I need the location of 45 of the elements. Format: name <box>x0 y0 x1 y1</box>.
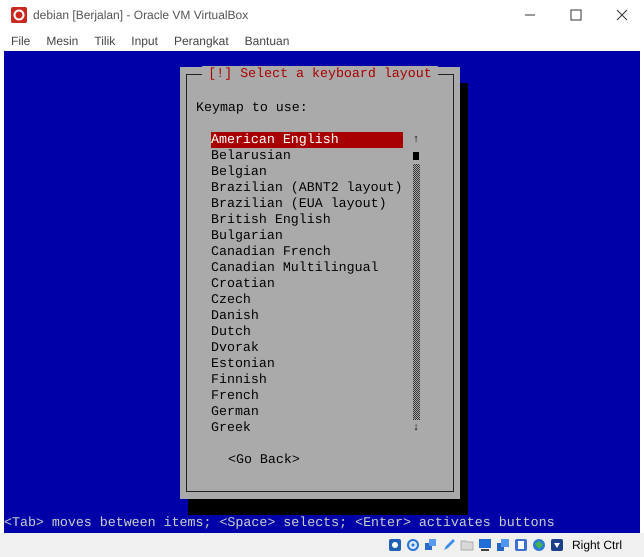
maximize-icon[interactable] <box>570 9 582 21</box>
menu-item[interactable]: Perangkat <box>174 32 229 50</box>
list-item[interactable]: Bulgarian <box>211 228 403 244</box>
list-item[interactable]: Greek <box>211 420 403 436</box>
list-item[interactable]: Danish <box>211 308 403 324</box>
window-title: debian [Berjalan] - Oracle VM VirtualBox <box>33 7 248 24</box>
menu-item[interactable]: Input <box>131 32 158 50</box>
list-item[interactable]: Brazilian (ABNT2 layout) <box>211 180 403 196</box>
list-item[interactable]: Estonian <box>211 356 403 372</box>
menu-item[interactable]: Bantuan <box>244 32 290 50</box>
list-item[interactable]: Belarusian <box>211 148 403 164</box>
list-item[interactable]: German <box>211 404 403 420</box>
chip-icon[interactable] <box>514 538 528 552</box>
list-item[interactable]: Canadian Multilingual <box>211 260 403 276</box>
display-icon[interactable] <box>478 538 492 552</box>
pen-icon[interactable] <box>442 538 456 552</box>
scrollbar-thumb[interactable] <box>413 152 419 160</box>
list-item[interactable]: French <box>211 388 403 404</box>
host-key-label: Right Ctrl <box>572 537 622 554</box>
list-item[interactable]: Finnish <box>211 372 403 388</box>
dialog-title: [!] Select a keyboard layout <box>202 66 438 82</box>
menu-item[interactable]: Tilik <box>94 32 116 50</box>
globe-icon[interactable] <box>532 538 546 552</box>
close-icon[interactable] <box>616 9 628 21</box>
list-item[interactable]: Brazilian (EUA layout) <box>211 196 403 212</box>
scroll-up-arrow[interactable]: ↑ <box>412 132 420 148</box>
list-item[interactable]: American English <box>211 132 403 148</box>
help-line: <Tab> moves between items; <Space> selects; <Enter> activates buttons <box>4 515 556 531</box>
arrow-down-icon[interactable] <box>550 538 564 552</box>
cd-icon[interactable] <box>406 538 420 552</box>
go-back-button[interactable]: <Go Back> <box>228 452 300 468</box>
app-logo-icon <box>11 7 27 23</box>
scroll-down-arrow[interactable]: ↓ <box>412 420 420 436</box>
prompt-label: Keymap to use: <box>196 100 309 116</box>
windows-icon[interactable] <box>496 538 510 552</box>
menu-item[interactable]: Mesin <box>46 32 78 50</box>
list-item[interactable]: Dvorak <box>211 340 403 356</box>
list-item[interactable]: British English <box>211 212 403 228</box>
network-icon[interactable] <box>424 538 438 552</box>
list-item[interactable]: Dutch <box>211 324 403 340</box>
menu-item[interactable]: File <box>11 32 30 50</box>
list-item[interactable]: Croatian <box>211 276 403 292</box>
list-item[interactable]: Canadian French <box>211 244 403 260</box>
list-item[interactable]: Belgian <box>211 164 403 180</box>
list-item[interactable]: Czech <box>211 292 403 308</box>
